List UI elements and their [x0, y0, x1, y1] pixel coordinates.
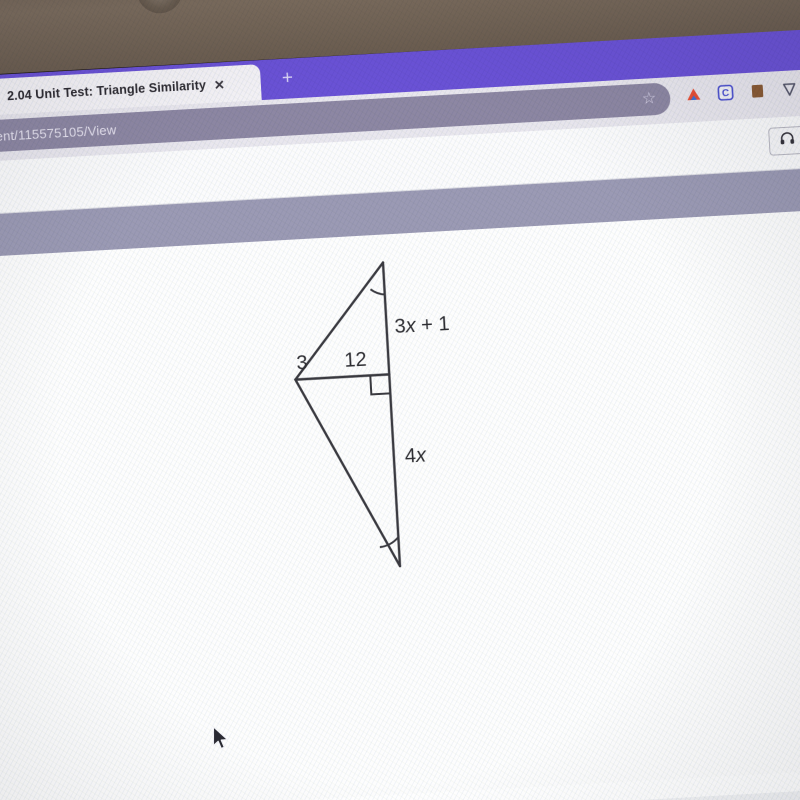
- page-content: 3x + 1 3 12 4x ◄ 1 2: [0, 206, 800, 800]
- url-text: Content/115575105/View: [0, 121, 117, 146]
- geometry-figure: 3x + 1 3 12 4x: [251, 249, 499, 596]
- brown-square-icon[interactable]: [747, 81, 767, 101]
- tab-title: 2.04 Unit Test: Triangle Similarity: [6, 78, 207, 104]
- laptop-screen: 2.04 Unit Test: Triangle Similarity ✕ + …: [0, 25, 800, 800]
- reading-button[interactable]: Reading: [767, 122, 800, 156]
- label-upper-vertical: 3x + 1: [393, 312, 451, 338]
- webcam-icon: [134, 0, 185, 16]
- headphones-icon: [779, 131, 795, 150]
- extension-icon-row: C: [684, 79, 800, 104]
- svg-text:C: C: [722, 88, 730, 99]
- screenshot-root: 2.04 Unit Test: Triangle Similarity ✕ + …: [0, 0, 800, 800]
- bookmark-star-icon[interactable]: ☆: [641, 90, 656, 109]
- new-tab-button[interactable]: +: [276, 67, 299, 91]
- label-long-top-side: 12: [343, 348, 368, 372]
- shield-outline-icon[interactable]: [779, 79, 799, 99]
- google-drive-icon[interactable]: [684, 84, 704, 104]
- clever-c-icon[interactable]: C: [716, 83, 736, 103]
- label-short-top-side: 3: [295, 351, 309, 375]
- close-icon[interactable]: ✕: [214, 77, 226, 93]
- label-lower-vertical: 4x: [404, 444, 427, 468]
